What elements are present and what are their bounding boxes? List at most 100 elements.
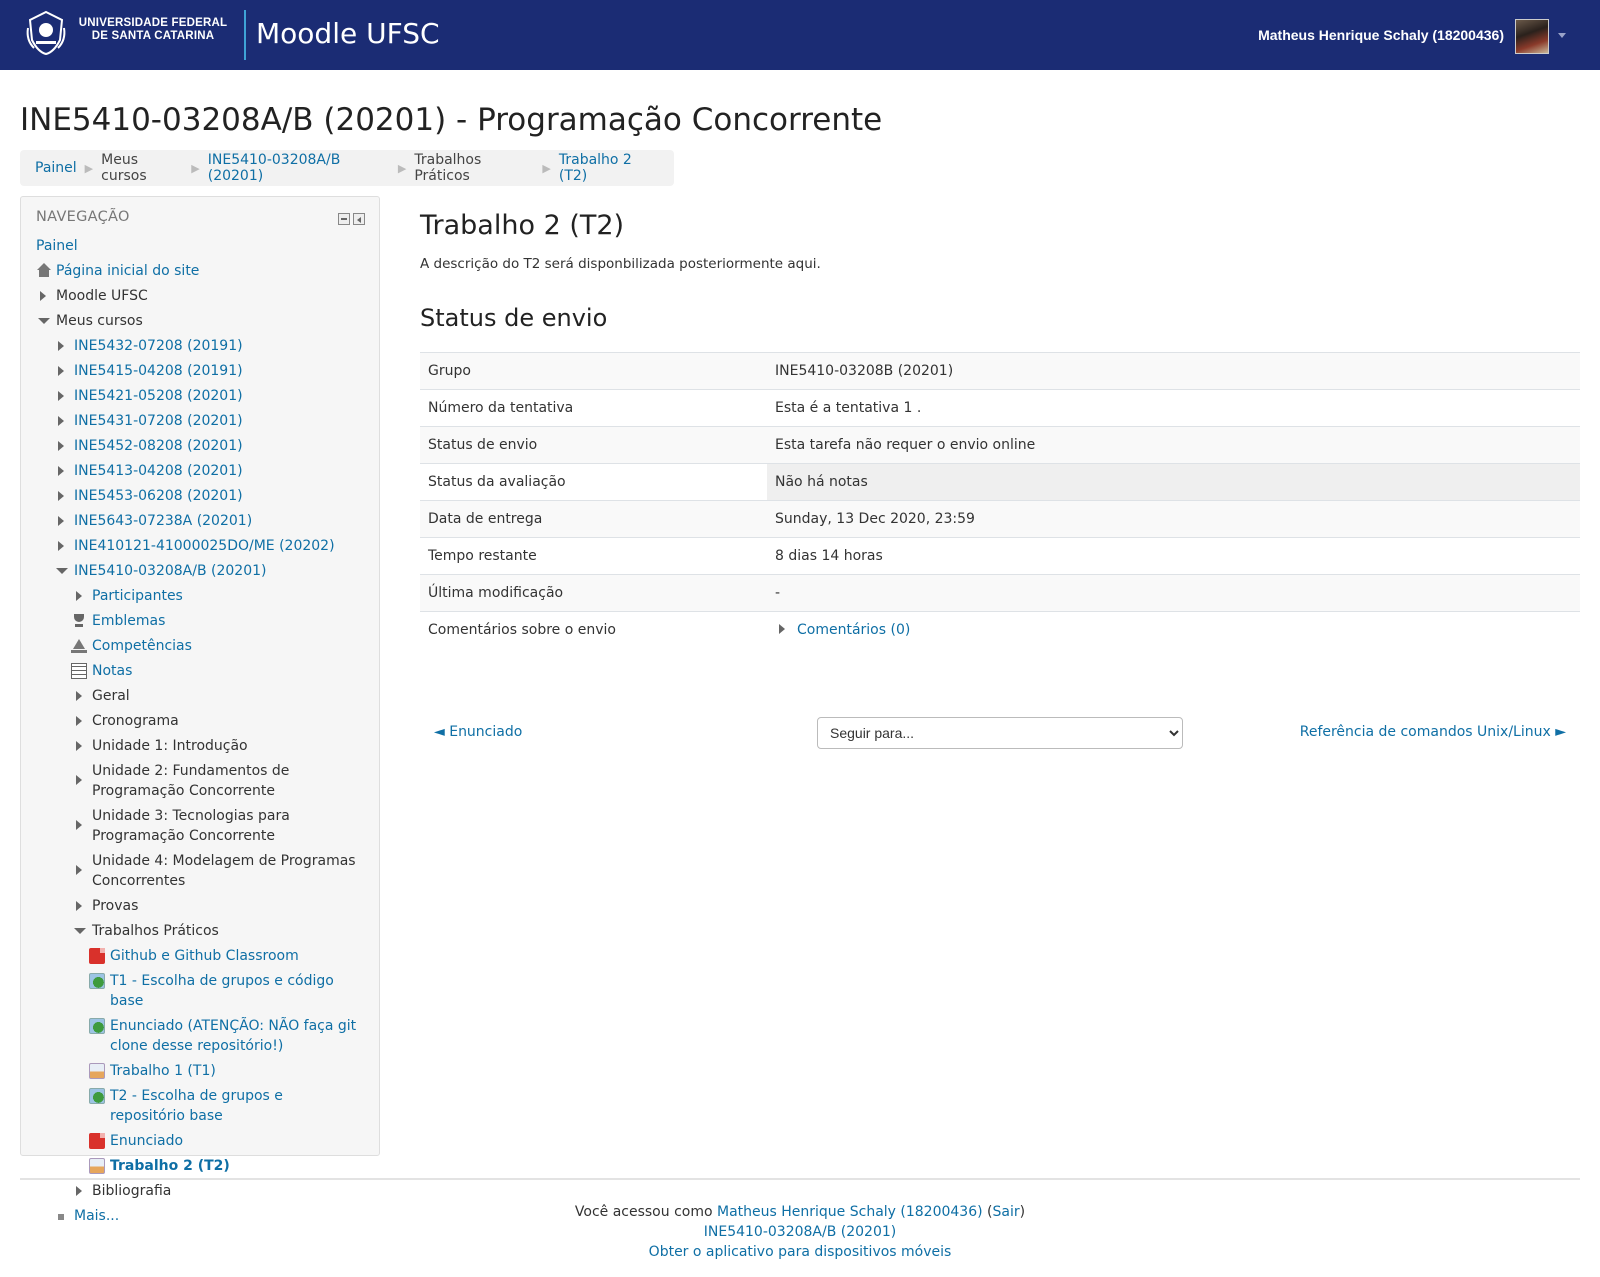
next-activity-link[interactable]: Referência de comandos Unix/Linux ► [1300,724,1566,740]
expand-triangle-icon[interactable] [72,685,86,707]
mobile-app-link[interactable]: Obter o aplicativo para dispositivos móv… [649,1244,952,1260]
nav-item-course[interactable]: INE5432-07208 (20191) [21,335,379,357]
nav-item-course[interactable]: INE5413-04208 (20201) [21,460,379,482]
nav-item-assignment[interactable]: Trabalho 1 (T1) [21,1060,379,1082]
breadcrumb-item-course[interactable]: INE5410-03208A/B (20201) [208,152,390,184]
nav-item-label[interactable]: Painel [36,238,78,254]
expand-triangle-icon[interactable] [72,814,86,836]
expand-triangle-icon[interactable] [72,769,86,791]
nav-item-course[interactable]: INE5431-07208 (20201) [21,410,379,432]
nav-item-label[interactable]: Trabalho 2 (T2) [110,1158,230,1174]
breadcrumb-item-painel[interactable]: Painel [35,160,77,176]
expand-triangle-icon[interactable] [54,385,68,407]
nav-item-url[interactable]: T1 - Escolha de grupos e código base [21,970,379,1012]
nav-item-label[interactable]: INE5452-08208 (20201) [74,438,243,454]
nav-item-current-assignment[interactable]: Trabalho 2 (T2) [21,1155,379,1177]
expand-triangle-icon[interactable] [72,735,86,757]
nav-item-label[interactable]: INE5413-04208 (20201) [74,463,243,479]
nav-item-label[interactable]: T2 - Escolha de grupos e repositório bas… [110,1088,283,1124]
nav-item-label[interactable]: INE5410-03208A/B (20201) [74,563,266,579]
nav-item-label[interactable]: Github e Github Classroom [110,948,299,964]
nav-item-resource[interactable]: Github e Github Classroom [21,945,379,967]
nav-item-course[interactable]: INE410121-41000025DO/ME (20202) [21,535,379,557]
nav-item-label[interactable]: INE5432-07208 (20191) [74,338,243,354]
expand-triangle-icon[interactable] [72,859,86,881]
nav-item-label[interactable]: Enunciado [110,1133,183,1149]
url-icon [89,1018,105,1034]
nav-item-section[interactable]: Cronograma [21,710,379,732]
expand-triangle-icon[interactable] [72,710,86,732]
nav-item-url[interactable]: Enunciado (ATENÇÃO: NÃO faça git clone d… [21,1015,379,1057]
avatar[interactable] [1515,19,1549,54]
nav-item-course[interactable]: INE5643-07238A (20201) [21,510,379,532]
nav-item-emblemas[interactable]: Emblemas [21,610,379,632]
nav-item-label[interactable]: Enunciado (ATENÇÃO: NÃO faça git clone d… [110,1018,356,1054]
nav-item-course[interactable]: INE5421-05208 (20201) [21,385,379,407]
nav-item-competencias[interactable]: Competências [21,635,379,657]
expand-triangle-icon[interactable] [54,460,68,482]
breadcrumb-item-current[interactable]: Trabalho 2 (T2) [559,152,659,184]
expand-triangle-icon[interactable] [72,1180,86,1202]
nav-item-section[interactable]: Unidade 4: Modelagem de Programas Concor… [21,850,379,892]
nav-item-label[interactable]: Trabalho 1 (T1) [110,1063,216,1079]
nav-item-site-home[interactable]: Página inicial do site [21,260,379,282]
nav-item-label[interactable]: Página inicial do site [56,263,199,279]
nav-item-course[interactable]: INE5415-04208 (20191) [21,360,379,382]
previous-activity-link[interactable]: ◄ Enunciado [434,724,522,740]
jump-to-select[interactable]: Seguir para... [817,717,1183,749]
submission-status-table: Grupo INE5410-03208B (20201) Número da t… [420,352,1580,649]
collapse-triangle-icon[interactable] [72,920,86,942]
nav-item-resource[interactable]: Enunciado [21,1130,379,1152]
nav-item-notas[interactable]: Notas [21,660,379,682]
expand-triangle-icon[interactable] [72,585,86,607]
nav-item-label[interactable]: INE5421-05208 (20201) [74,388,243,404]
nav-item-label[interactable]: INE5453-06208 (20201) [74,488,243,504]
expand-triangle-icon[interactable] [72,895,86,917]
user-menu-name[interactable]: Matheus Henrique Schaly (18200436) [1258,27,1504,43]
nav-item-section[interactable]: Unidade 1: Introdução [21,735,379,757]
nav-item-label[interactable]: Participantes [92,588,183,604]
nav-item-label[interactable]: Emblemas [92,613,165,629]
nav-item-section[interactable]: Bibliografia [21,1180,379,1202]
nav-item-label[interactable]: Competências [92,638,192,654]
expand-triangle-icon[interactable] [54,535,68,557]
collapse-triangle-icon[interactable] [36,310,50,332]
nav-item-current-course[interactable]: INE5410-03208A/B (20201) [21,560,379,582]
nav-item-course[interactable]: INE5452-08208 (20201) [21,435,379,457]
expand-triangle-icon[interactable] [54,410,68,432]
nav-item-meus-cursos[interactable]: Meus cursos [21,310,379,332]
nav-item-label[interactable]: INE410121-41000025DO/ME (20202) [74,538,335,554]
user-menu-chevron-down-icon[interactable] [1558,33,1566,38]
expand-triangle-icon[interactable] [54,335,68,357]
nav-item-section[interactable]: Unidade 2: Fundamentos de Programação Co… [21,760,379,802]
footer-course-link[interactable]: INE5410-03208A/B (20201) [704,1224,896,1240]
nav-item-section-open[interactable]: Trabalhos Práticos [21,920,379,942]
collapse-triangle-icon[interactable] [54,560,68,582]
nav-item-section[interactable]: Provas [21,895,379,917]
nav-item-label[interactable]: INE5431-07208 (20201) [74,413,243,429]
expand-triangle-icon[interactable] [54,485,68,507]
expand-triangle-icon[interactable] [775,622,789,636]
collapse-block-icon[interactable] [338,213,350,225]
footer-user-link[interactable]: Matheus Henrique Schaly (18200436) [717,1204,983,1220]
site-name-link[interactable]: Moodle UFSC [256,16,440,52]
nav-item-painel[interactable]: Painel [21,235,379,257]
logout-link[interactable]: Sair [993,1204,1020,1220]
nav-item-section[interactable]: Unidade 3: Tecnologias para Programação … [21,805,379,847]
nav-item-course[interactable]: INE5453-06208 (20201) [21,485,379,507]
nav-item-label[interactable]: INE5415-04208 (20191) [74,363,243,379]
dock-block-icon[interactable] [353,213,365,225]
nav-item-label[interactable]: Notas [92,663,132,679]
expand-triangle-icon[interactable] [54,510,68,532]
expand-triangle-icon[interactable] [54,435,68,457]
nav-item-moodle-ufsc[interactable]: Moodle UFSC [21,285,379,307]
nav-item-section[interactable]: Geral [21,685,379,707]
nav-item-url[interactable]: T2 - Escolha de grupos e repositório bas… [21,1085,379,1127]
nav-item-label[interactable]: T1 - Escolha de grupos e código base [110,973,334,1009]
comments-link[interactable]: Comentários (0) [797,622,910,638]
expand-triangle-icon[interactable] [54,360,68,382]
nav-item-participantes[interactable]: Participantes [21,585,379,607]
ufsc-logo-icon[interactable] [24,10,68,56]
expand-triangle-icon[interactable] [36,285,50,307]
nav-item-label[interactable]: INE5643-07238A (20201) [74,513,252,529]
